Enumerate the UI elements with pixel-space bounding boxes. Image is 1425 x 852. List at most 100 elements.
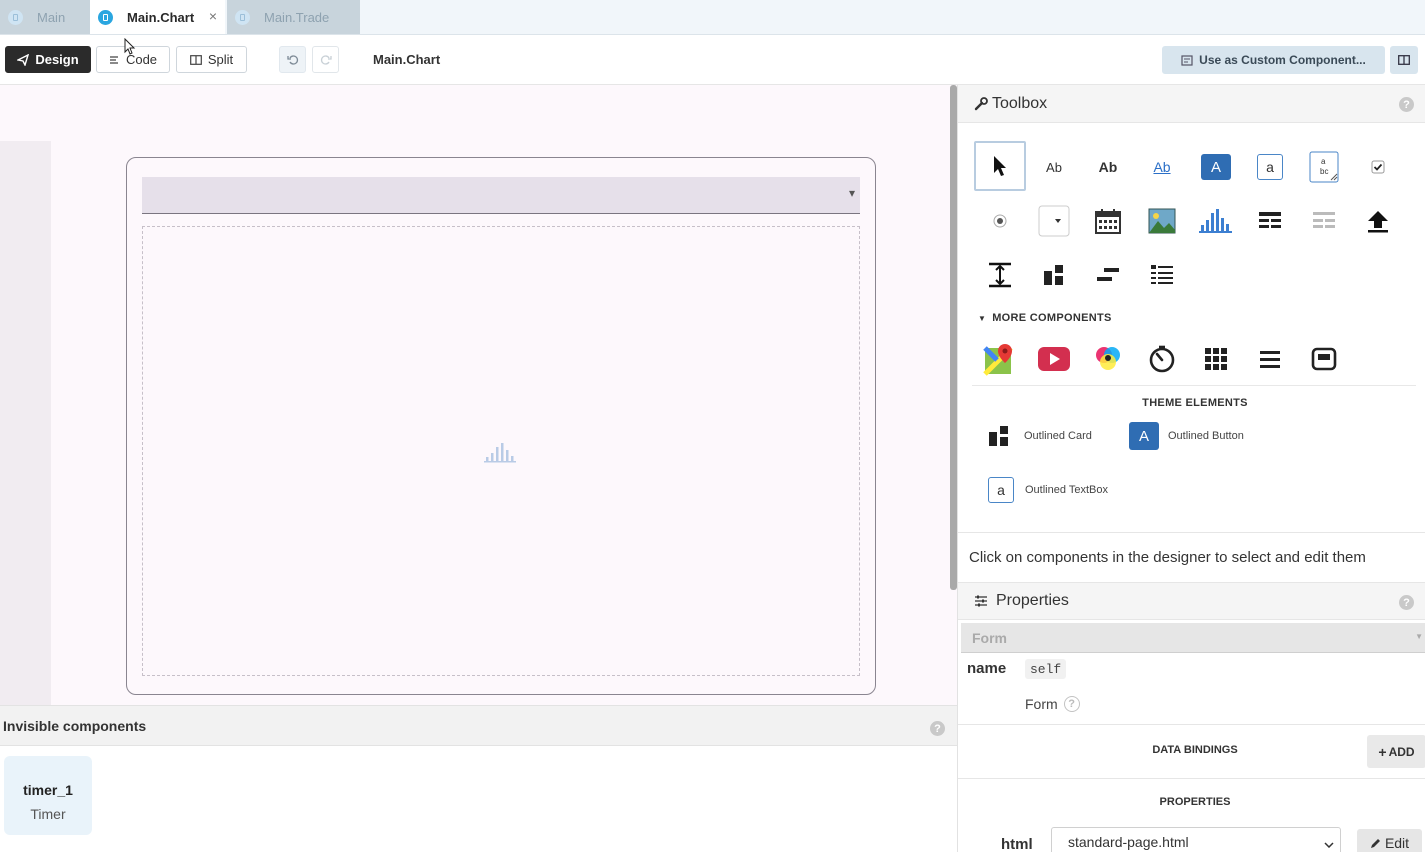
cursor-arrow-icon: [994, 156, 1006, 176]
invisible-components-header: Invisible components ?: [0, 705, 957, 746]
html-panel-tool[interactable]: [1298, 334, 1350, 384]
pointer-tool[interactable]: [974, 141, 1026, 191]
properties-title: Properties: [996, 592, 1069, 609]
tab-label: Main: [37, 9, 66, 25]
outlined-button-tool[interactable]: A Outlined Button: [1129, 422, 1244, 450]
file-icon: [235, 9, 250, 25]
tab-main-trade[interactable]: Main.Trade: [227, 0, 360, 34]
edit-html-button[interactable]: Edit: [1357, 829, 1422, 852]
label-tool[interactable]: Ab: [1028, 142, 1080, 192]
help-icon[interactable]: ?: [1063, 696, 1080, 712]
edit-label: Edit: [1384, 835, 1410, 851]
more-components-toggle[interactable]: ▼ MORE COMPONENTS: [978, 312, 1112, 324]
color-wheel-icon: [1096, 347, 1120, 370]
repeating-panel-tool[interactable]: [1298, 196, 1350, 246]
color-picker-tool[interactable]: [1082, 334, 1134, 384]
plot-placeholder[interactable]: [142, 226, 860, 676]
html-template-value: standard-page.html: [1068, 834, 1189, 850]
design-button[interactable]: Design: [5, 46, 91, 73]
upload-icon: [1368, 211, 1388, 233]
tab-label: Main.Trade: [264, 9, 330, 25]
data-bindings-header: DATA BINDINGS: [1152, 744, 1238, 756]
lines-icon: [109, 55, 118, 64]
divider: [972, 385, 1416, 386]
add-binding-button[interactable]: + ADD: [1367, 735, 1425, 768]
redo-button[interactable]: [312, 46, 339, 73]
xy-panel-tool[interactable]: [1244, 334, 1296, 384]
card-frame-icon: [1311, 347, 1337, 371]
timer-component-card[interactable]: timer_1 Timer: [4, 756, 92, 835]
outlined-textbox-label: Outlined TextBox: [1025, 484, 1108, 496]
textbox-icon: a: [988, 477, 1014, 503]
file-loader-tool[interactable]: [1352, 196, 1404, 246]
undo-button[interactable]: [279, 46, 306, 73]
pencil-icon: [1370, 838, 1380, 848]
timer-tool[interactable]: [1136, 334, 1188, 384]
symbol-dropdown[interactable]: ▾: [142, 177, 860, 214]
data-grid-tool[interactable]: [1244, 196, 1296, 246]
rich-text-tool[interactable]: Ab: [1082, 142, 1134, 192]
outlined-card-tool[interactable]: Outlined Card: [988, 425, 1092, 447]
plot-tool[interactable]: [1190, 196, 1242, 246]
google-map-tool[interactable]: [974, 334, 1026, 384]
checkbox-tool[interactable]: [1352, 142, 1404, 192]
designer-scrollbar[interactable]: [950, 85, 957, 590]
link-tool[interactable]: Ab: [1136, 142, 1188, 192]
youtube-icon: [1038, 347, 1070, 371]
add-binding-label: ADD: [1388, 744, 1415, 759]
close-icon[interactable]: ×: [209, 8, 217, 24]
split-icon: [189, 54, 202, 65]
html-key: html: [1001, 836, 1033, 852]
designer-canvas[interactable]: ▾: [0, 85, 957, 705]
form-type-link[interactable]: Form ?: [1025, 696, 1080, 712]
component-type: Timer: [30, 806, 66, 822]
invisible-components-title: Invisible components: [3, 717, 147, 734]
theme-elements-header: THEME ELEMENTS: [1142, 397, 1248, 409]
spacer-tool[interactable]: [974, 250, 1026, 300]
bold-label-icon: Ab: [1098, 159, 1118, 175]
component-selector[interactable]: Form ▼: [961, 623, 1425, 653]
image-icon: [1148, 208, 1176, 234]
textbox-icon: a: [1257, 154, 1283, 180]
component-icon: [1181, 54, 1193, 66]
tab-label: Main.Chart: [127, 9, 195, 25]
textbox-tool[interactable]: a: [1244, 142, 1296, 192]
form-container[interactable]: ▾: [126, 157, 876, 695]
linear-panel-tool[interactable]: [1082, 250, 1134, 300]
dropdown-tool[interactable]: [1028, 196, 1080, 246]
link-icon: Ab: [1153, 159, 1171, 175]
button-tool[interactable]: A: [1190, 142, 1242, 192]
column-panel-tool[interactable]: [1028, 250, 1080, 300]
flow-panel-tool[interactable]: [1136, 250, 1188, 300]
name-key: name: [967, 660, 1007, 677]
timer-icon: [1149, 345, 1175, 373]
file-icon: [8, 9, 23, 25]
tab-main-chart[interactable]: Main.Chart ×: [90, 0, 225, 34]
image-tool[interactable]: [1136, 196, 1188, 246]
help-icon[interactable]: ?: [930, 721, 945, 736]
radio-tool[interactable]: [974, 196, 1026, 246]
properties-header[interactable]: Properties ?: [958, 582, 1425, 620]
wrench-icon: [974, 96, 988, 110]
component-selector-value: Form: [972, 629, 1007, 646]
column-panel-icon: [989, 426, 1008, 446]
toggle-panel-button[interactable]: [1390, 46, 1418, 74]
name-value[interactable]: self: [1025, 659, 1067, 679]
split-label: Split: [207, 52, 234, 67]
help-icon[interactable]: ?: [1399, 97, 1414, 112]
grid-panel-tool[interactable]: [1190, 334, 1242, 384]
help-icon[interactable]: ?: [1399, 595, 1414, 610]
youtube-tool[interactable]: [1028, 334, 1080, 384]
html-template-select[interactable]: standard-page.html: [1051, 827, 1341, 852]
toolbox-header[interactable]: Toolbox ?: [958, 85, 1425, 123]
tab-bar: Main Main.Chart × Main.Trade: [0, 0, 1425, 35]
grid-icon: [1205, 348, 1227, 370]
use-as-custom-component-button[interactable]: Use as Custom Component...: [1162, 46, 1385, 74]
outlined-textbox-tool[interactable]: a Outlined TextBox: [988, 477, 1108, 503]
caret-down-icon: ▼: [978, 313, 987, 323]
datepicker-tool[interactable]: [1082, 196, 1134, 246]
textarea-tool[interactable]: a bc: [1298, 142, 1350, 192]
split-button[interactable]: Split: [176, 46, 247, 73]
tab-main[interactable]: Main: [0, 0, 90, 34]
hamburger-icon: [1260, 351, 1280, 368]
